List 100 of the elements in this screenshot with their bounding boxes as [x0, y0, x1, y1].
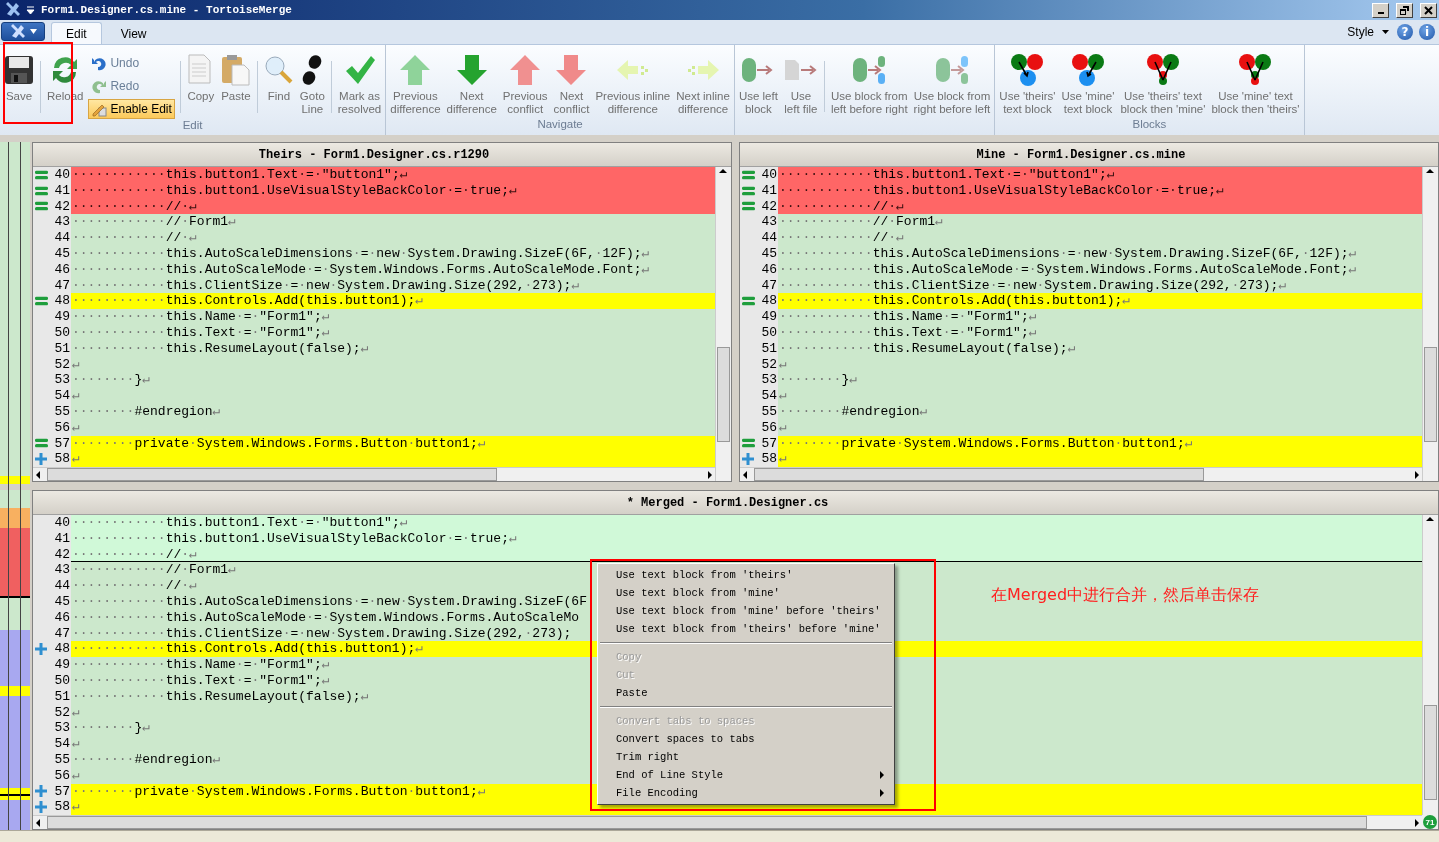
group-label: Navigate — [537, 118, 583, 130]
line-number: 54 — [54, 388, 71, 404]
line-number: 42 — [761, 198, 778, 215]
toolbar-button[interactable]: Use block from left before right — [827, 51, 911, 118]
toolbar-button[interactable]: Copy — [183, 51, 218, 119]
right-arrow-icon — [686, 59, 721, 81]
equal-icon — [742, 296, 755, 306]
toolbar-button[interactable]: Undo — [88, 53, 143, 73]
toolbar-button[interactable]: Use block from right before left — [910, 51, 994, 118]
toolbar-button[interactable]: Next conflict — [550, 51, 593, 118]
restore-icon — [1400, 5, 1409, 15]
window-title: Form1.Designer.cs.mine - TortoiseMerge — [41, 4, 293, 16]
horizontal-scrollbar[interactable] — [33, 467, 715, 481]
toolbar-button[interactable]: Next inline difference — [673, 51, 733, 118]
toolbar-button[interactable]: Use 'mine' text block — [1058, 51, 1118, 118]
line-number: 53 — [761, 372, 778, 389]
equal-icon — [35, 296, 48, 306]
vertical-scrollbar[interactable] — [1422, 515, 1438, 815]
search-icon — [263, 55, 294, 85]
line-number: 49 — [54, 657, 71, 673]
plus-icon — [35, 801, 47, 814]
location-bar[interactable] — [0, 142, 30, 830]
minimize-button[interactable] — [1372, 2, 1389, 18]
line-number: 58 — [54, 799, 71, 815]
style-menu[interactable]: Style — [1345, 25, 1391, 39]
undo-icon — [91, 55, 108, 71]
toolbar-button[interactable]: Previous conflict — [499, 51, 551, 118]
left-arrow-icon — [615, 59, 650, 81]
toolbar-button[interactable]: Find — [260, 51, 297, 119]
toolbar-button[interactable]: Save — [1, 51, 37, 119]
toolbar-button[interactable]: Use left file — [780, 51, 821, 118]
line-number: 49 — [761, 309, 778, 325]
circles-arrow-icon — [1238, 53, 1273, 87]
toolbar-button[interactable]: Goto Line — [296, 51, 328, 119]
line-number: 43 — [54, 214, 71, 231]
line-number: 50 — [54, 672, 71, 689]
line-number: 46 — [54, 609, 71, 626]
badge: 71 — [1423, 815, 1437, 829]
equal-icon — [742, 170, 755, 180]
line-number: 47 — [54, 277, 71, 294]
line-number: 55 — [54, 403, 71, 420]
line-number: 45 — [54, 246, 71, 262]
line-number: 53 — [54, 720, 71, 737]
caret-icon[interactable] — [26, 5, 35, 15]
menu-item[interactable]: Use text block from 'mine' — [598, 584, 894, 602]
menu-item[interactable]: File Encoding — [598, 784, 894, 802]
line-number: 51 — [54, 688, 71, 705]
annotation-text: 在Merged中进行合并，然后单击保存 — [991, 585, 1260, 606]
line-number: 43 — [54, 562, 71, 579]
pane-title: Mine - Form1.Designer.cs.mine — [976, 147, 1186, 162]
up-arrow-icon — [509, 54, 542, 86]
close-button[interactable] — [1420, 2, 1437, 18]
menu-item[interactable]: End of Line Style — [598, 766, 894, 784]
horizontal-scrollbar[interactable] — [740, 467, 1422, 481]
line-number: 44 — [761, 230, 778, 246]
line-number: 53 — [54, 372, 71, 389]
logo-icon — [9, 23, 27, 40]
app-menu-button[interactable] — [1, 22, 45, 41]
toolbar-button[interactable]: Previous difference — [387, 51, 444, 118]
restore-button[interactable] — [1396, 2, 1413, 18]
plus-icon — [742, 453, 754, 466]
up-arrow-icon — [399, 54, 432, 86]
caret-icon — [1382, 30, 1389, 34]
equal-icon — [35, 186, 48, 196]
line-number: 56 — [54, 419, 71, 436]
line-number: 48 — [54, 641, 71, 658]
toolbar-button[interactable]: Redo — [88, 76, 143, 96]
ribbon-tab[interactable]: Edit — [51, 22, 102, 44]
equal-icon — [742, 202, 755, 211]
toolbar-button[interactable]: Next difference — [443, 51, 500, 118]
group-label: Blocks — [1132, 118, 1167, 130]
line-number: 47 — [761, 277, 778, 294]
down-arrow-icon — [555, 54, 588, 86]
minimize-icon — [1377, 11, 1384, 14]
line-number: 58 — [54, 451, 71, 467]
toolbar-button[interactable]: Use 'theirs' text block — [996, 51, 1059, 118]
line-number: 41 — [54, 530, 71, 547]
toolbar-button[interactable]: Paste — [217, 51, 254, 119]
toggle-button[interactable]: Enable Edit — [88, 99, 175, 119]
line-number: 41 — [761, 182, 778, 199]
horizontal-scrollbar[interactable] — [33, 815, 1422, 829]
block-arrow-icon — [934, 55, 969, 85]
line-number: 55 — [54, 751, 71, 768]
toolbar-button[interactable]: Mark as resolved — [334, 51, 385, 119]
line-number: 47 — [54, 625, 71, 642]
line-number: 44 — [54, 578, 71, 594]
vertical-scrollbar[interactable] — [715, 167, 731, 481]
clipboard-icon — [220, 54, 251, 86]
toolbar-button[interactable]: Use 'mine' text block then 'theirs' — [1208, 51, 1303, 118]
toolbar-button[interactable]: Use 'theirs' text block then 'mine' — [1117, 51, 1209, 118]
vertical-scrollbar[interactable] — [1422, 167, 1438, 481]
plus-icon — [35, 785, 47, 798]
ribbon-tab[interactable]: View — [105, 22, 162, 44]
line-number: 41 — [54, 182, 71, 199]
help-button[interactable]: ? — [1397, 24, 1413, 40]
toolbar-button[interactable]: Use left block — [735, 51, 781, 118]
circles-arrow-icon — [1071, 53, 1105, 87]
about-button[interactable]: i — [1419, 24, 1435, 40]
line-number: 48 — [54, 293, 71, 310]
toolbar-button[interactable]: Previous inline difference — [592, 51, 674, 118]
